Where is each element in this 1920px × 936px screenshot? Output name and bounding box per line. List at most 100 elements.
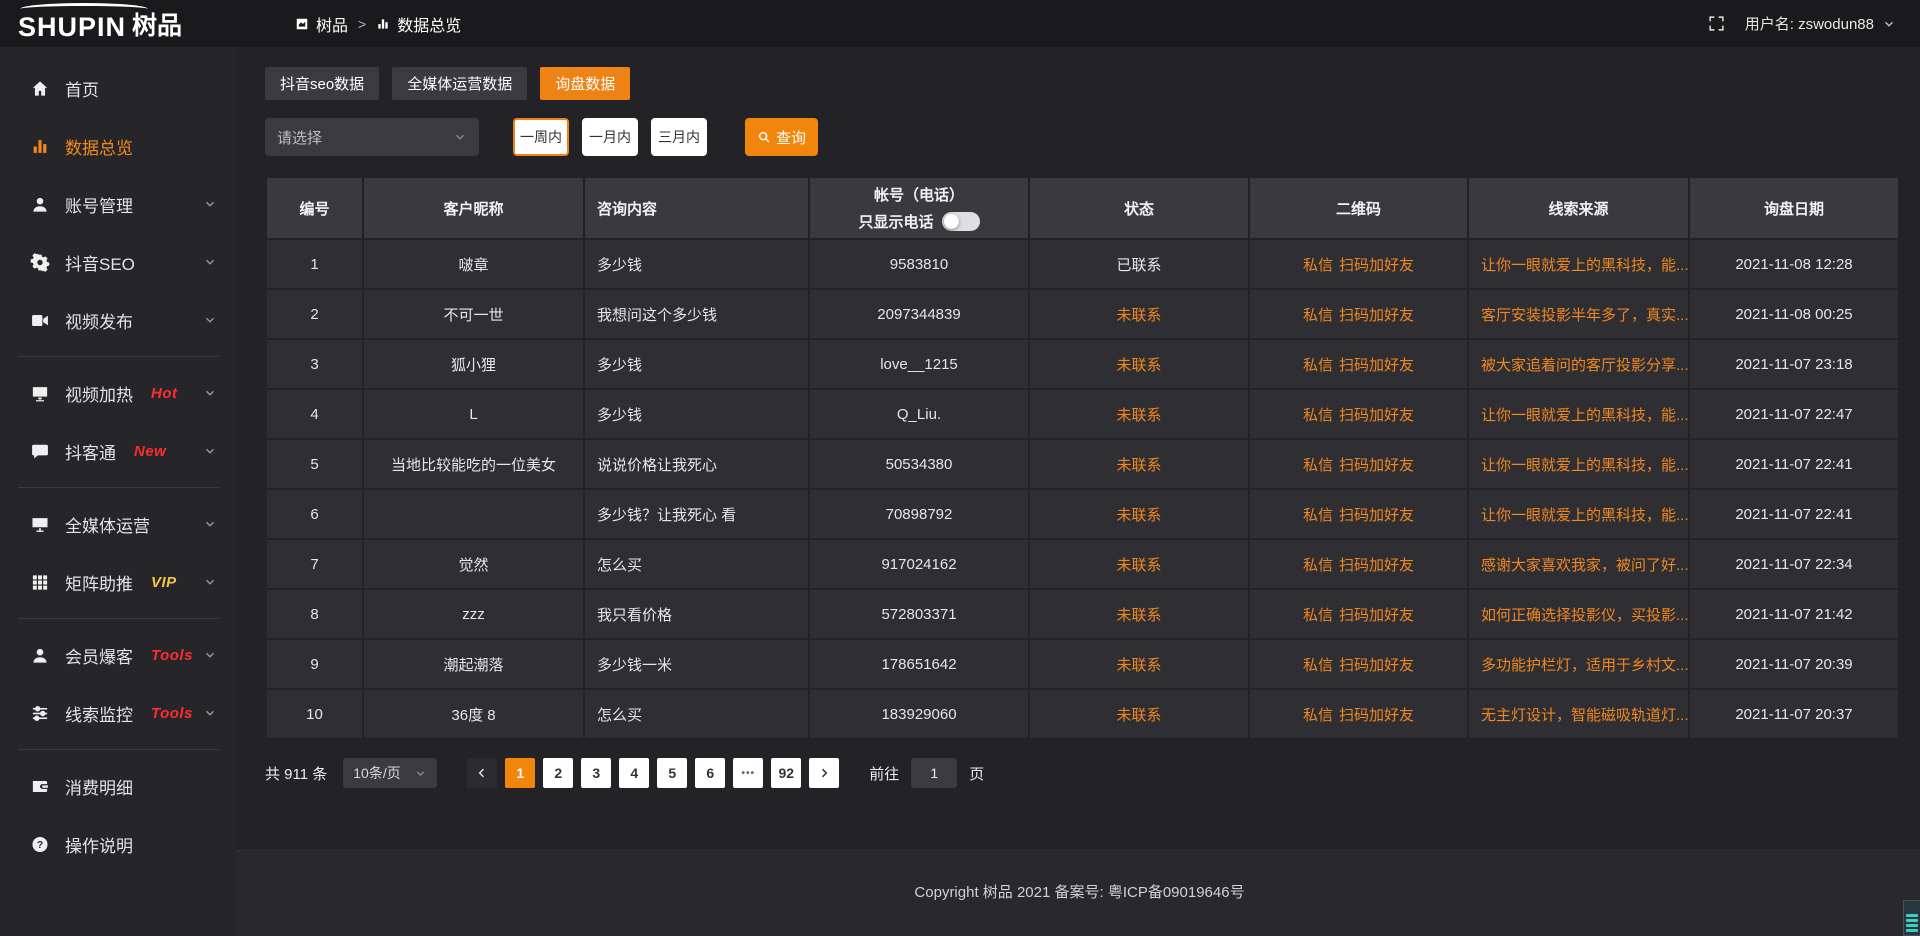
sidebar-divider [18,487,219,488]
qr-link[interactable]: 私信 [1303,707,1333,724]
table-row: 2 不可一世 我想问这个多少钱 2097344839 未联系 私信扫码加好友 客… [266,289,1899,339]
page-size-select[interactable]: 10条/页 [343,758,437,788]
cell-qrcode: 私信扫码加好友 [1249,389,1468,439]
qr-link[interactable]: 扫码加好友 [1339,657,1414,674]
qr-link[interactable]: 私信 [1303,557,1333,574]
page-button-5[interactable]: 5 [657,758,687,788]
cell-content: 多少钱 [584,389,809,439]
cell-account: love__1215 [809,339,1029,389]
sidebar-item-12[interactable]: 消费明细 [0,757,237,815]
cell-date: 2021-11-07 20:39 [1689,639,1899,689]
cell-source[interactable]: 让你一眼就爱上的黑科技，能... [1468,489,1689,539]
sidebar-item-6[interactable]: 视频加热 Hot [0,364,237,422]
chevron-down-icon [203,575,217,589]
cell-no: 4 [266,389,363,439]
qr-link[interactable]: 扫码加好友 [1339,507,1414,524]
range-button-1[interactable]: 一周内 [513,118,569,156]
breadcrumb-root[interactable]: 树品 [316,12,348,36]
cell-source[interactable]: 客厅安装投影半年多了，真实... [1468,289,1689,339]
sidebar-item-7[interactable]: 抖客通 New [0,422,237,480]
qr-link[interactable]: 私信 [1303,307,1333,324]
cell-source[interactable]: 让你一眼就爱上的黑科技，能... [1468,389,1689,439]
sidebar-item-10[interactable]: 会员爆客 Tools [0,626,237,684]
qr-link[interactable]: 扫码加好友 [1339,407,1414,424]
cell-qrcode: 私信扫码加好友 [1249,239,1468,289]
qr-link[interactable]: 私信 [1303,657,1333,674]
next-page-button[interactable] [809,758,839,788]
sidebar-item-11[interactable]: 线索监控 Tools [0,684,237,742]
qr-link[interactable]: 扫码加好友 [1339,357,1414,374]
qr-link[interactable]: 私信 [1303,407,1333,424]
qr-link[interactable]: 扫码加好友 [1339,457,1414,474]
cell-qrcode: 私信扫码加好友 [1249,439,1468,489]
page-button-•••[interactable]: ••• [733,758,763,788]
cell-source[interactable]: 感谢大家喜欢我家，被问了好... [1468,539,1689,589]
cell-date: 2021-11-08 12:28 [1689,239,1899,289]
search-button[interactable]: 查询 [745,118,818,156]
page-size-value: 10条/页 [353,763,400,783]
table-row: 10 36度 8 怎么买 183929060 未联系 私信扫码加好友 无主灯设计… [266,689,1899,739]
range-button-3[interactable]: 三月内 [651,118,707,156]
phone-only-toggle[interactable] [942,212,980,231]
cell-source[interactable]: 无主灯设计，智能磁吸轨道灯... [1468,689,1689,739]
qr-link[interactable]: 私信 [1303,607,1333,624]
cell-no: 8 [266,589,363,639]
cell-no: 6 [266,489,363,539]
range-button-2[interactable]: 一月内 [582,118,638,156]
cell-qrcode: 私信扫码加好友 [1249,589,1468,639]
chevron-down-icon[interactable] [1882,17,1896,31]
sidebar-item-5[interactable]: 视频发布 [0,291,237,349]
col-header-content: 咨询内容 [584,177,809,239]
fullscreen-icon[interactable] [1708,15,1725,32]
cell-source[interactable]: 多功能护栏灯，适用于乡村文... [1468,639,1689,689]
page-button-2[interactable]: 2 [543,758,573,788]
search-icon [757,130,771,144]
prev-page-button[interactable] [467,758,497,788]
qr-link[interactable]: 扫码加好友 [1339,557,1414,574]
page-button-6[interactable]: 6 [695,758,725,788]
sidebar-item-8[interactable]: 全媒体运营 [0,495,237,553]
qr-link[interactable]: 私信 [1303,257,1333,274]
qr-link[interactable]: 扫码加好友 [1339,257,1414,274]
qr-link[interactable]: 私信 [1303,507,1333,524]
tab-3[interactable]: 询盘数据 [540,67,630,100]
page-button-3[interactable]: 3 [581,758,611,788]
sidebar-divider [18,356,219,357]
username-menu[interactable]: 用户名: zswodun88 [1745,13,1874,34]
cell-account: 70898792 [809,489,1029,539]
cell-source[interactable]: 让你一眼就爱上的黑科技，能... [1468,439,1689,489]
sidebar-item-13[interactable]: 操作说明 [0,815,237,873]
table-row: 8 zzz 我只看价格 572803371 未联系 私信扫码加好友 如何正确选择… [266,589,1899,639]
chart-icon [30,137,50,156]
qr-link[interactable]: 私信 [1303,457,1333,474]
tab-1[interactable]: 抖音seo数据 [265,67,379,100]
cell-source[interactable]: 让你一眼就爱上的黑科技，能... [1468,239,1689,289]
copyright-text: Copyright 树品 2021 备案号: 粤ICP备09019646号 [914,884,1244,901]
sidebar-item-9[interactable]: 矩阵助推 VIP [0,553,237,611]
sidebar-item-label: 抖音SEO [65,250,135,275]
username-label: 用户名: zswodun88 [1745,16,1874,33]
qr-link[interactable]: 扫码加好友 [1339,607,1414,624]
qr-link[interactable]: 扫码加好友 [1339,707,1414,724]
tab-2[interactable]: 全媒体运营数据 [392,67,527,100]
cell-account: 2097344839 [809,289,1029,339]
cell-source[interactable]: 被大家追着问的客厅投影分享... [1468,339,1689,389]
sidebar-item-2[interactable]: 数据总览 [0,117,237,175]
cell-source[interactable]: 如何正确选择投影仪，买投影... [1468,589,1689,639]
goto-page-input[interactable] [911,758,957,788]
sidebar-item-3[interactable]: 账号管理 [0,175,237,233]
cell-status: 未联系 [1029,389,1249,439]
table-row: 4 L 多少钱 Q_Liu. 未联系 私信扫码加好友 让你一眼就爱上的黑科技，能… [266,389,1899,439]
equalizer-widget-icon[interactable] [1903,900,1920,936]
qr-link[interactable]: 私信 [1303,357,1333,374]
filter-select[interactable]: 请选择 [265,118,479,156]
sidebar-item-4[interactable]: 抖音SEO [0,233,237,291]
page-button-4[interactable]: 4 [619,758,649,788]
logo-arc [20,3,148,15]
qr-link[interactable]: 扫码加好友 [1339,307,1414,324]
page-button-1[interactable]: 1 [505,758,535,788]
page-button-92[interactable]: 92 [771,758,801,788]
cell-nickname: 啵章 [363,239,584,289]
sidebar-item-1[interactable]: 首页 [0,59,237,117]
col-header-account-title: 帐号（电话） [810,184,1028,205]
